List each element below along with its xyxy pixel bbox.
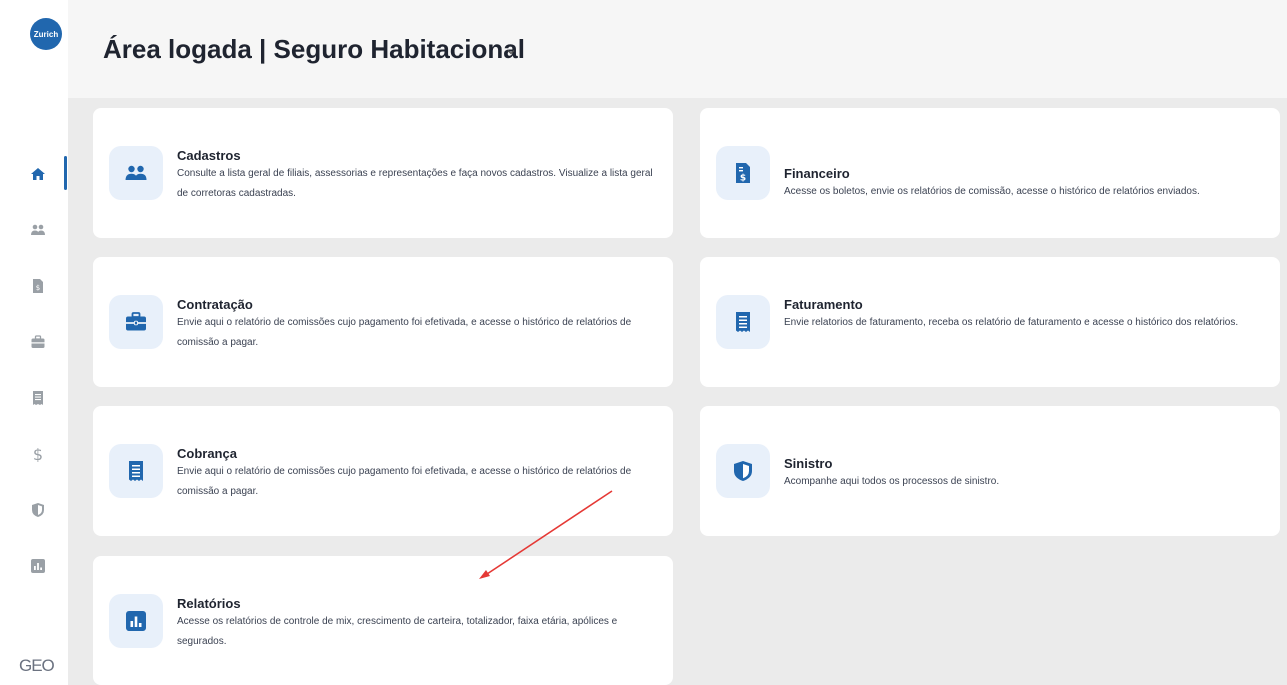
card-title: Cadastros [177,148,241,163]
card-title: Financeiro [784,166,850,181]
card-description: Envie aqui o relatório de comissões cujo… [177,317,632,348]
nav-faturamento[interactable] [24,384,52,412]
nav-active-indicator [64,156,67,190]
card-title: Sinistro [784,456,833,471]
sidebar: Zurich $ $ GEO [0,0,68,685]
briefcase-icon [126,312,146,331]
main-content: Cadastros Consulte a lista geral de fili… [68,98,1287,685]
nav-financeiro[interactable]: $ [24,272,52,300]
nav-contratacao[interactable] [24,328,52,356]
receipt-icon [33,391,43,405]
shield-icon [32,503,44,517]
card-description: Consulte a lista geral de filiais, asses… [177,168,653,199]
home-icon [31,168,45,180]
card-faturamento[interactable]: Faturamento Envie relatorios de faturame… [700,257,1280,387]
card-title: Faturamento [784,297,863,312]
chart-icon [31,559,45,573]
briefcase-icon [31,335,45,348]
chart-icon [126,611,146,631]
nav-relatorios[interactable] [24,552,52,580]
card-title: Cobrança [177,446,237,461]
card-description: Envie relatorios de faturamento, receba … [784,317,1239,328]
nav-home[interactable] [24,160,52,188]
card-description: Acesse os boletos, envie os relatórios d… [784,186,1200,197]
card-description: Acompanhe aqui todos os processos de sin… [784,476,1000,487]
receipt-icon [129,461,143,481]
nav-sinistro[interactable] [24,496,52,524]
card-icon-wrapper [109,146,163,200]
card-sinistro[interactable]: Sinistro Acompanhe aqui todos os process… [700,406,1280,536]
shield-icon [734,461,752,481]
dollar-icon: $ [33,446,43,462]
card-icon-wrapper [109,594,163,648]
nav-cobranca[interactable]: $ [24,440,52,468]
card-icon-wrapper [716,444,770,498]
card-description: Acesse os relatórios de controle de mix,… [177,616,618,647]
card-relatorios[interactable]: Relatórios Acesse os relatórios de contr… [93,556,673,685]
zurich-logo[interactable]: Zurich [30,18,62,50]
card-financeiro[interactable]: $ Financeiro Acesse os boletos, envie os… [700,108,1280,238]
invoice-icon: $ [736,163,750,184]
users-icon [125,165,147,180]
users-icon [31,224,45,235]
card-icon-wrapper [109,444,163,498]
card-description: Envie aqui o relatório de comissões cujo… [177,466,632,497]
page-header: Área logada | Seguro Habitacional [68,0,1287,98]
svg-text:$: $ [33,446,43,462]
chevron-down-icon[interactable] [505,46,517,58]
page-title: Área logada | Seguro Habitacional [103,34,525,64]
card-icon-wrapper: $ [716,146,770,200]
card-title: Relatórios [177,596,241,611]
svg-text:$: $ [740,174,746,184]
card-cobranca[interactable]: Cobrança Envie aqui o relatório de comis… [93,406,673,536]
card-icon-wrapper [716,295,770,349]
card-title: Contratação [177,297,253,312]
svg-text:$: $ [36,284,40,292]
card-cadastros[interactable]: Cadastros Consulte a lista geral de fili… [93,108,673,238]
nav-cadastros[interactable] [24,216,52,244]
receipt-icon [736,312,750,332]
card-contratacao[interactable]: Contratação Envie aqui o relatório de co… [93,257,673,387]
invoice-icon: $ [33,279,43,293]
card-icon-wrapper [109,295,163,349]
geo-brand: GEO [19,656,55,675]
